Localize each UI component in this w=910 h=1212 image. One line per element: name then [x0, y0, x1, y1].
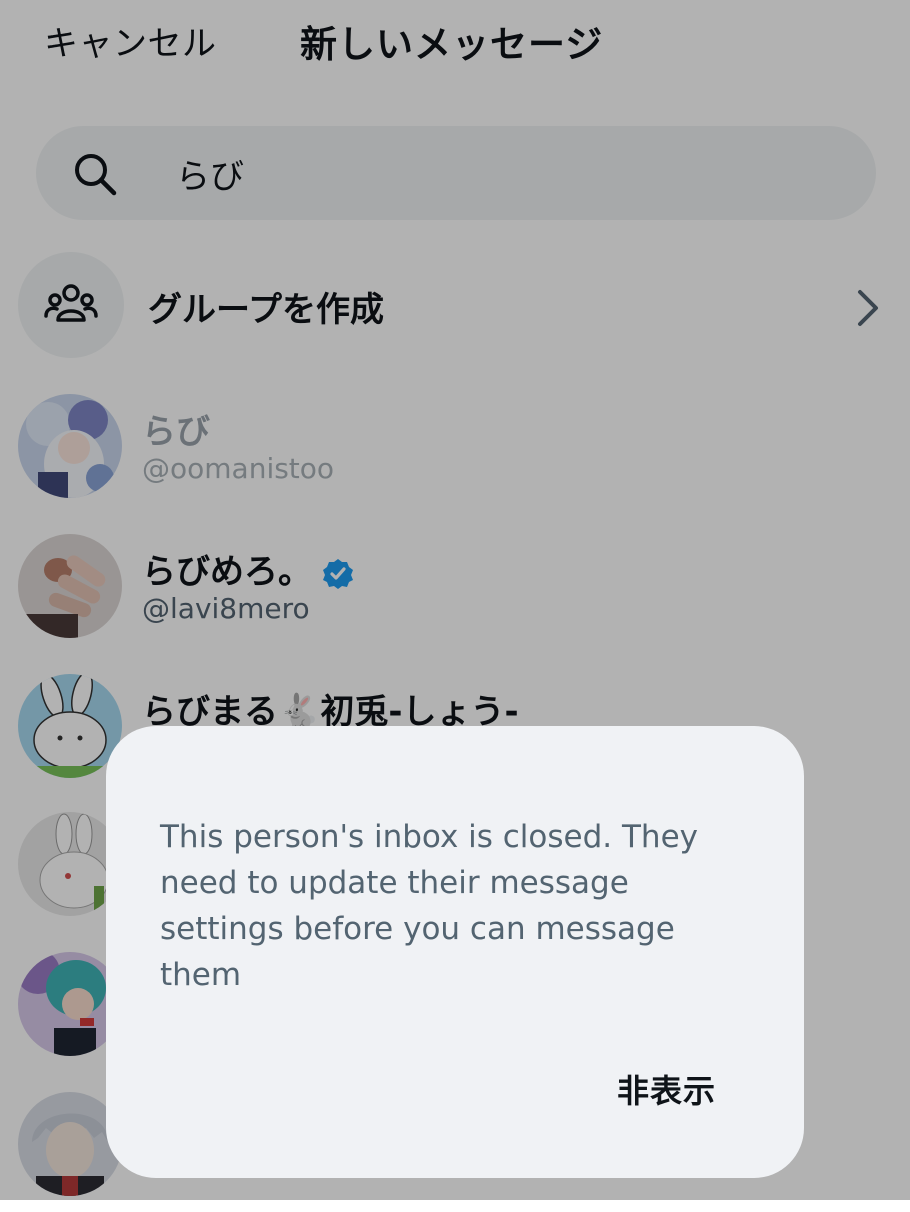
inbox-closed-dialog: This person's inbox is closed. They need…	[106, 726, 804, 1178]
dialog-message: This person's inbox is closed. They need…	[160, 819, 698, 993]
hide-button[interactable]: 非表示	[617, 1066, 716, 1112]
